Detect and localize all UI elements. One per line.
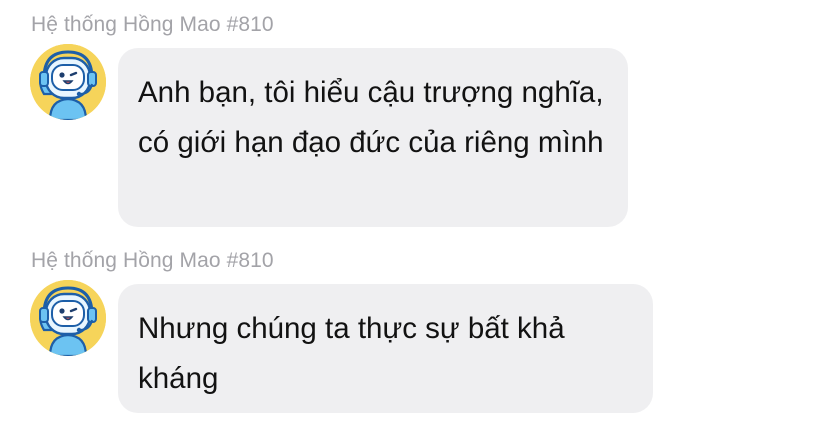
robot-avatar-icon[interactable]: [30, 44, 106, 120]
message-bubble[interactable]: Nhưng chúng ta thực sự bất khả kháng: [118, 284, 653, 413]
message-text: Anh bạn, tôi hiểu cậu trượng nghĩa, có g…: [138, 76, 604, 159]
sender-name: Hệ thống Hồng Mao #810: [31, 249, 274, 272]
sender-name: Hệ thống Hồng Mao #810: [31, 13, 274, 36]
message-text: Nhưng chúng ta thực sự bất khả kháng: [138, 312, 565, 395]
message-bubble[interactable]: Anh bạn, tôi hiểu cậu trượng nghĩa, có g…: [118, 48, 628, 227]
robot-avatar-icon[interactable]: [30, 280, 106, 356]
